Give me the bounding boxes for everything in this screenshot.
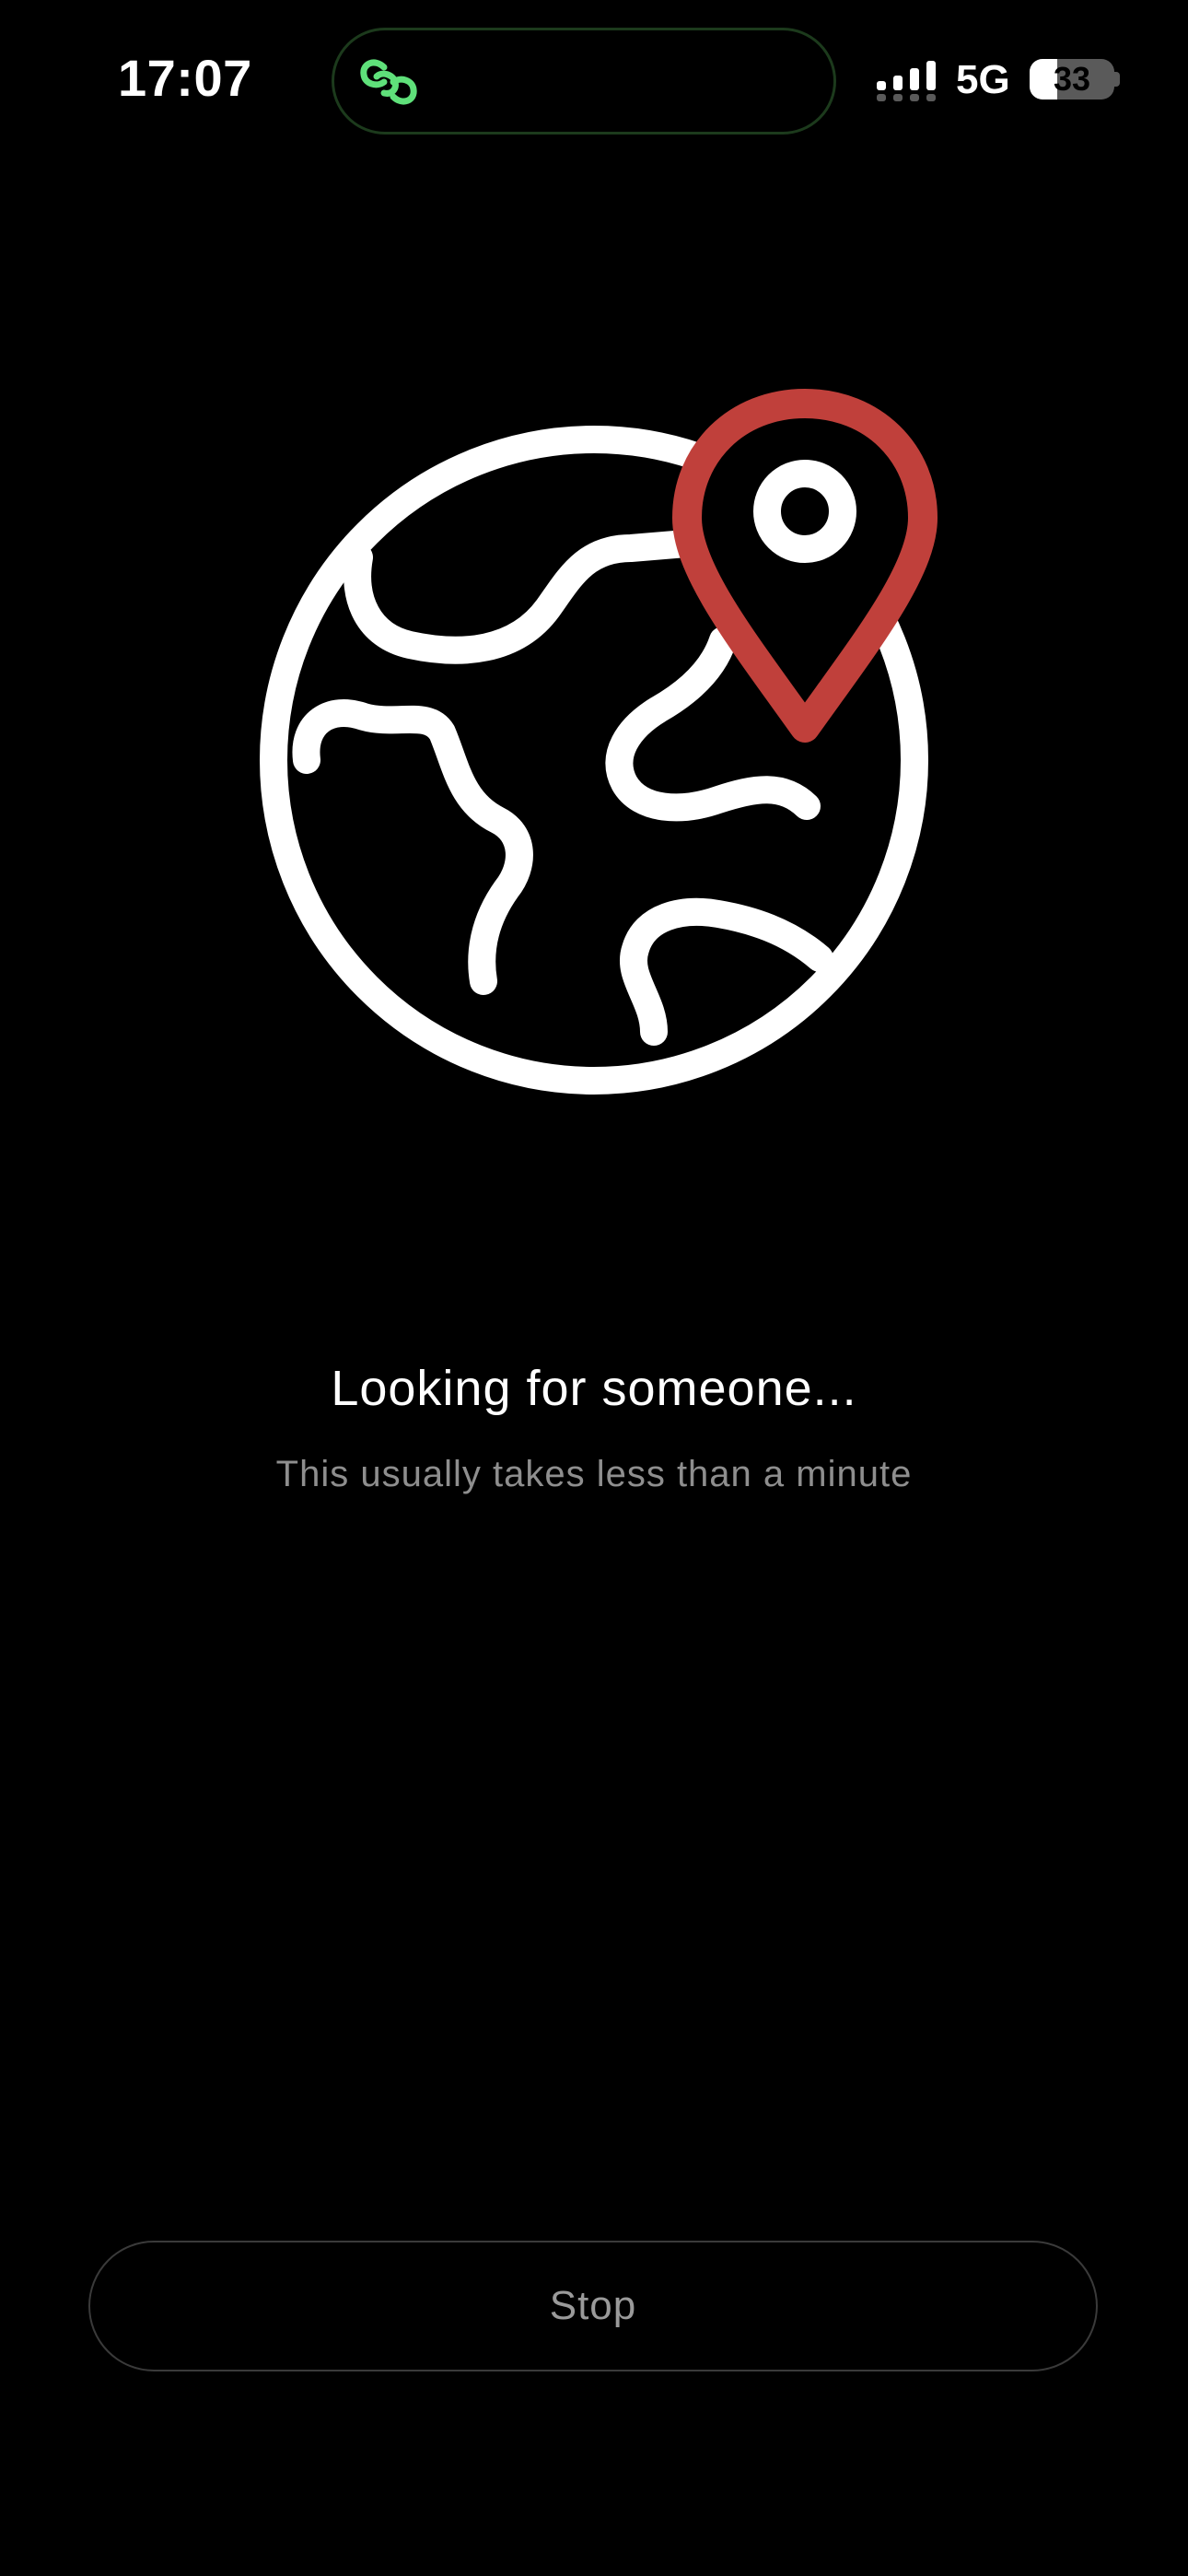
search-subtitle: This usually takes less than a minute [275, 1454, 913, 1494]
globe-location-pin-icon [260, 389, 938, 1095]
battery-percent: 33 [1053, 60, 1091, 98]
network-type: 5G [956, 57, 1010, 102]
status-time: 17:07 [118, 49, 252, 107]
link-icon [360, 59, 417, 105]
battery-cap [1114, 72, 1120, 87]
dynamic-island[interactable] [332, 28, 836, 135]
battery-icon: 33 [1030, 59, 1114, 100]
stop-button[interactable]: Stop [88, 2241, 1098, 2371]
search-title: Looking for someone... [331, 1361, 857, 1416]
cellular-signal-icon [877, 61, 936, 101]
status-bar: 17:07 5G 33 [0, 0, 1188, 166]
